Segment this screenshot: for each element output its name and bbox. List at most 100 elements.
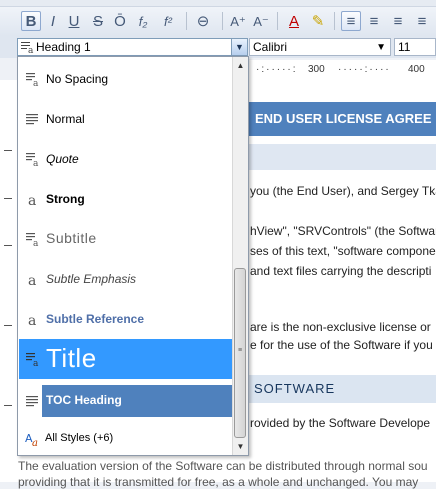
style-item-normal[interactable]: Normal (19, 99, 232, 139)
document-line: hView", "SRVControls" (the Softwar (250, 224, 436, 238)
underline-button[interactable]: U (64, 11, 84, 31)
overline-button[interactable]: Ō (110, 11, 130, 31)
scroll-down-icon[interactable]: ▼ (233, 438, 248, 455)
align-left-button[interactable]: ≡ (341, 11, 361, 31)
svg-text:a: a (32, 438, 38, 447)
paragraph-char-style-icon: a (26, 353, 39, 367)
document-heading: END USER LICENSE AGREE (248, 102, 436, 136)
style-item-label: Subtle Reference (46, 312, 145, 326)
scrollbar-thumb[interactable]: ≡ (234, 268, 246, 438)
style-item-label: Title (46, 343, 97, 373)
paragraph-char-style-icon: a (26, 153, 39, 167)
formatting-toolbar: B I U S Ō f₂ f² ⊖ A⁺ A⁻ A ✎ ≡ ≡ ≡ ≡ (0, 0, 436, 37)
style-item-quote[interactable]: a Quote (19, 139, 232, 179)
toolbar-separator (186, 12, 187, 30)
chevron-down-icon[interactable]: ▼ (231, 39, 247, 55)
paragraph-char-style-icon: a (26, 233, 39, 247)
style-item-title[interactable]: a Title (19, 339, 232, 379)
subscript-button[interactable]: f₂ (133, 11, 153, 31)
svg-text:a: a (28, 313, 36, 327)
font-combo[interactable]: Calibri ▼ (249, 38, 391, 56)
svg-text:a: a (33, 239, 39, 247)
document-left-margin (0, 80, 18, 482)
ruler-ticks: ·:·····: (256, 64, 298, 75)
bold-button[interactable]: B (21, 11, 41, 31)
style-combo[interactable]: a Heading 1 ▼ (17, 38, 248, 56)
ruler-mark: 400 (408, 64, 425, 75)
grow-font-button[interactable]: A⁺ (228, 11, 248, 31)
style-item-toc-heading[interactable]: TOC Heading (19, 385, 232, 417)
all-styles-item[interactable]: A a All Styles (+6) (19, 422, 232, 454)
margin-mark (4, 325, 12, 326)
size-combo[interactable]: 11 (394, 38, 436, 56)
superscript-button[interactable]: f² (158, 11, 178, 31)
document-line: The evaluation version of the Software c… (18, 459, 428, 473)
paragraph-style-icon: a (21, 42, 34, 54)
svg-text:a: a (33, 79, 39, 87)
svg-text:a: a (28, 193, 36, 207)
toolbar-separator (222, 12, 223, 30)
svg-text:a: a (28, 46, 34, 54)
all-styles-label: All Styles (+6) (45, 432, 114, 444)
margin-mark (4, 198, 12, 199)
style-combo-value: Heading 1 (36, 40, 91, 54)
document-line: ses of this text, "software compone (250, 244, 436, 258)
italic-button[interactable]: I (43, 11, 63, 31)
style-item-label: No Spacing (46, 72, 109, 86)
style-item-label: Quote (46, 152, 79, 166)
align-center-button[interactable]: ≡ (364, 11, 384, 31)
size-combo-value: 11 (398, 40, 411, 54)
shrink-font-button[interactable]: A⁻ (251, 11, 271, 31)
toolbar-top-strip (0, 0, 436, 7)
font-combo-value: Calibri (253, 40, 288, 54)
dropdown-scrollbar[interactable]: ▲ ≡ ▼ (232, 57, 248, 455)
character-style-icon: a (28, 193, 36, 207)
character-style-icon: a (28, 273, 36, 287)
document-subheading: SOFTWARE (248, 375, 436, 403)
format-combo-row: a Heading 1 ▼ Calibri ▼ 11 (0, 36, 436, 58)
margin-mark (4, 245, 12, 246)
ruler-mark: 300 (308, 64, 325, 75)
document-line: e for the use of the Software if you (250, 338, 433, 352)
style-dropdown-list[interactable]: a No Spacing Normal a Quote a Strong a S… (17, 56, 249, 456)
font-color-button[interactable]: A (284, 11, 304, 31)
style-item-subtle-reference[interactable]: a Subtle Reference (19, 299, 232, 339)
paragraph-style-icon (26, 396, 38, 407)
toolbar-separator (334, 12, 335, 30)
document-line: you (the End User), and Sergey Tkac (250, 184, 436, 198)
hyperlink-button[interactable]: ⊖ (193, 11, 213, 31)
align-right-button[interactable]: ≡ (388, 11, 408, 31)
style-item-strong[interactable]: a Strong (19, 179, 232, 219)
svg-text:a: a (28, 273, 36, 287)
style-item-subtitle[interactable]: a Subtitle (19, 219, 232, 259)
margin-mark (4, 150, 12, 151)
style-item-label: Subtle Emphasis (46, 272, 137, 286)
strikethrough-button[interactable]: S (88, 11, 108, 31)
paragraph-char-style-icon: a (26, 73, 39, 87)
ruler-ticks: ·····:···· (338, 64, 391, 75)
document-line: providing that it is transmitted for fre… (18, 475, 419, 489)
style-item-label: Subtitle (46, 230, 97, 246)
grip-icon: ≡ (238, 347, 243, 354)
svg-text:a: a (33, 359, 39, 367)
styles-icon: A a (25, 432, 38, 447)
document-line: are is the non-exclusive license or (250, 320, 431, 334)
document-line: rovided by the Software Develope (250, 416, 431, 430)
margin-mark (4, 405, 12, 406)
paragraph-style-icon (26, 114, 38, 125)
style-item-label: Normal (46, 112, 85, 126)
style-item-subtle-emphasis[interactable]: a Subtle Emphasis (19, 259, 232, 299)
style-item-label: Strong (46, 192, 85, 206)
svg-text:a: a (33, 159, 39, 167)
style-item-label: TOC Heading (46, 393, 122, 407)
highlight-button[interactable]: ✎ (308, 11, 328, 31)
horizontal-ruler: ·:·····: 300 ·····:···· 400 (248, 60, 436, 81)
justify-button[interactable]: ≡ (412, 11, 432, 31)
style-item-no-spacing[interactable]: a No Spacing (19, 59, 232, 99)
toolbar-separator (277, 12, 278, 30)
document-band (248, 144, 436, 170)
character-style-icon: a (28, 313, 36, 327)
chevron-down-icon[interactable]: ▼ (376, 40, 386, 55)
document-line: and text files carrying the descripti (250, 264, 432, 278)
scroll-up-icon[interactable]: ▲ (233, 57, 248, 74)
